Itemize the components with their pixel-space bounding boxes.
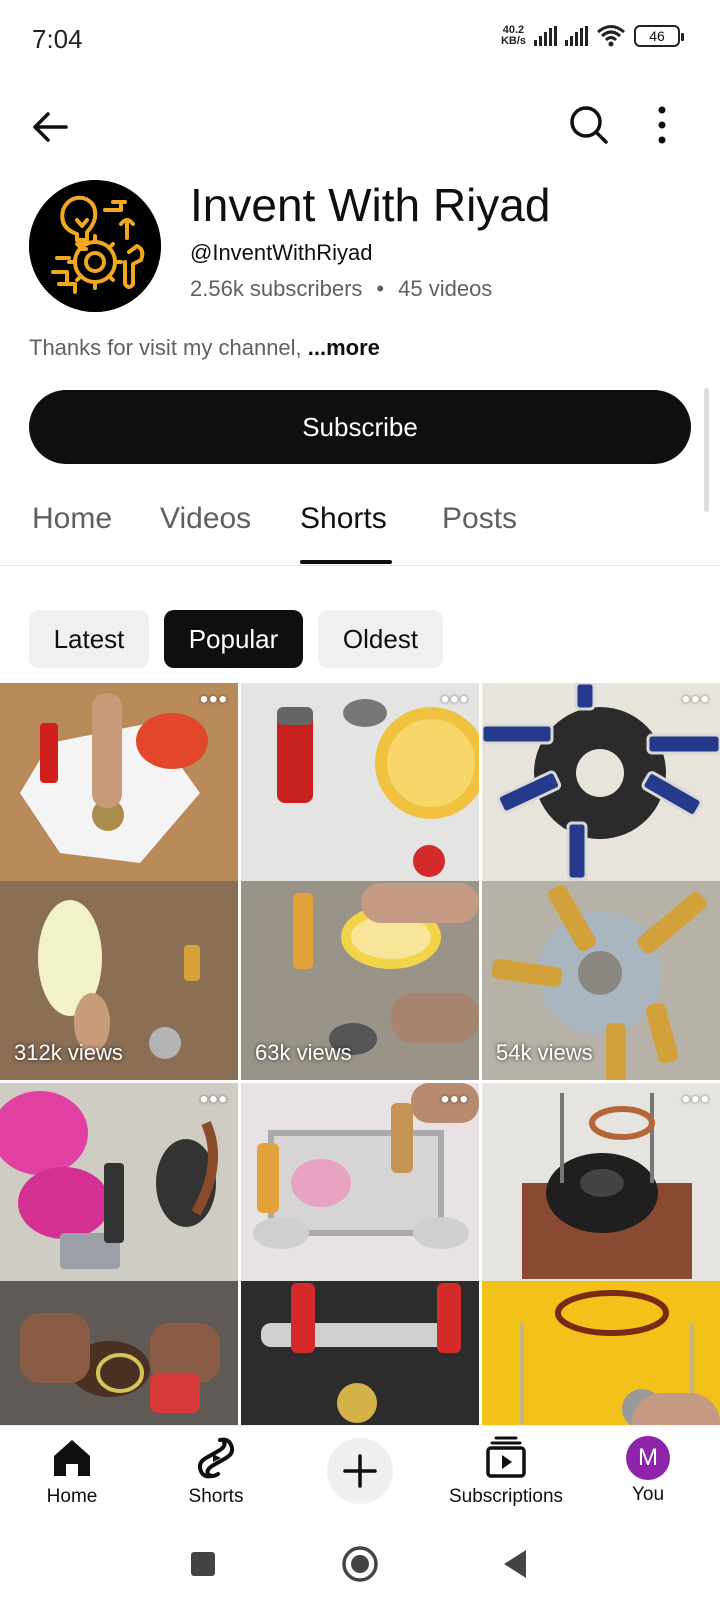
- more-options-icon[interactable]: •••: [441, 688, 469, 712]
- more-options-icon[interactable]: •••: [682, 1088, 710, 1112]
- subscriber-count: 2.56k subscribers: [190, 276, 363, 301]
- channel-stats: 2.56k subscribers • 45 videos: [190, 276, 492, 302]
- signal-icon: [534, 26, 557, 46]
- view-count: 63k views: [255, 1040, 352, 1065]
- subscribe-button[interactable]: Subscribe: [29, 390, 691, 464]
- magnet-batteries-thumbnail: [482, 683, 720, 1080]
- tab-posts[interactable]: Posts: [442, 502, 517, 536]
- battery-lemon-thumbnail: [241, 683, 479, 1080]
- shorts-icon: [197, 1437, 235, 1479]
- nav-you-label: You: [631, 1484, 665, 1505]
- short-thumbnail[interactable]: ••• 63k views: [241, 683, 479, 1080]
- tab-home[interactable]: Home: [32, 502, 112, 536]
- coil-magnet-thumbnail: [482, 1083, 720, 1425]
- filter-chip-latest[interactable]: Latest: [29, 610, 149, 668]
- nav-shorts-label: Shorts: [188, 1486, 244, 1507]
- nav-shorts[interactable]: Shorts: [144, 1434, 288, 1508]
- short-thumbnail[interactable]: ••• 312k views: [0, 683, 238, 1080]
- bulb-gear-logo-icon: [29, 180, 161, 312]
- battery-icon: 46: [634, 25, 684, 47]
- view-count: 312k views: [14, 1040, 123, 1065]
- wifi-icon: [597, 25, 625, 47]
- shorts-grid: ••• 312k views ••• 63k views ••• 54k vie…: [0, 683, 720, 1425]
- bottom-navigation: Home Shorts Subscriptions M You: [0, 1425, 720, 1530]
- more-options-icon[interactable]: •••: [200, 1088, 228, 1112]
- short-thumbnail[interactable]: •••: [482, 1083, 720, 1425]
- spoons-batteries-thumbnail: [241, 1083, 479, 1425]
- back-arrow-icon[interactable]: [28, 104, 74, 150]
- network-speed: 40.2 KB/s: [500, 24, 526, 47]
- channel-avatar[interactable]: [29, 180, 161, 312]
- short-thumbnail[interactable]: ••• 54k views: [482, 683, 720, 1080]
- nav-home[interactable]: Home: [0, 1434, 144, 1508]
- tab-shorts[interactable]: Shorts: [300, 502, 387, 536]
- system-navigation: [0, 1530, 720, 1600]
- battery-coin-tomato-thumbnail: [0, 683, 238, 1080]
- short-thumbnail[interactable]: •••: [0, 1083, 238, 1425]
- more-link[interactable]: ...more: [308, 335, 380, 360]
- more-options-icon[interactable]: •••: [200, 688, 228, 712]
- recents-icon[interactable]: [183, 1544, 223, 1584]
- subscriptions-icon: [486, 1436, 526, 1478]
- filter-chip-oldest[interactable]: Oldest: [318, 610, 443, 668]
- tab-videos[interactable]: Videos: [160, 502, 251, 536]
- fan-motor-thumbnail: [0, 1083, 238, 1425]
- status-icons: 40.2 KB/s 46: [500, 24, 684, 48]
- short-thumbnail[interactable]: •••: [241, 1083, 479, 1425]
- create-button[interactable]: [327, 1438, 393, 1504]
- signal-icon: [565, 26, 588, 46]
- filter-chip-popular[interactable]: Popular: [164, 610, 303, 668]
- active-tab-indicator: [300, 560, 392, 564]
- nav-subscriptions-label: Subscriptions: [448, 1486, 564, 1507]
- nav-home-label: Home: [46, 1486, 98, 1507]
- home-circle-icon[interactable]: [340, 1544, 380, 1584]
- more-vert-icon[interactable]: [652, 102, 698, 148]
- channel-name: Invent With Riyad: [190, 179, 551, 231]
- channel-tabs: Home Videos Shorts Posts: [0, 490, 720, 566]
- you-avatar: M: [626, 1436, 670, 1480]
- nav-subscriptions[interactable]: Subscriptions: [434, 1434, 578, 1508]
- more-options-icon[interactable]: •••: [441, 1088, 469, 1112]
- top-app-bar: [0, 80, 720, 176]
- search-icon[interactable]: [566, 102, 612, 148]
- more-options-icon[interactable]: •••: [682, 688, 710, 712]
- plus-icon: [343, 1454, 377, 1488]
- home-icon: [54, 1440, 90, 1476]
- video-count: 45 videos: [398, 276, 493, 301]
- stats-separator: •: [376, 276, 385, 301]
- status-bar: 7:04 40.2 KB/s 46: [0, 0, 720, 80]
- nav-you[interactable]: M You: [576, 1434, 720, 1506]
- description-text: Thanks for visit my channel,: [29, 335, 308, 360]
- back-triangle-icon[interactable]: [496, 1544, 536, 1584]
- channel-handle: @InventWithRiyad: [190, 240, 373, 265]
- channel-description[interactable]: Thanks for visit my channel, ...more: [29, 335, 380, 361]
- status-time: 7:04: [32, 24, 83, 54]
- view-count: 54k views: [496, 1040, 593, 1065]
